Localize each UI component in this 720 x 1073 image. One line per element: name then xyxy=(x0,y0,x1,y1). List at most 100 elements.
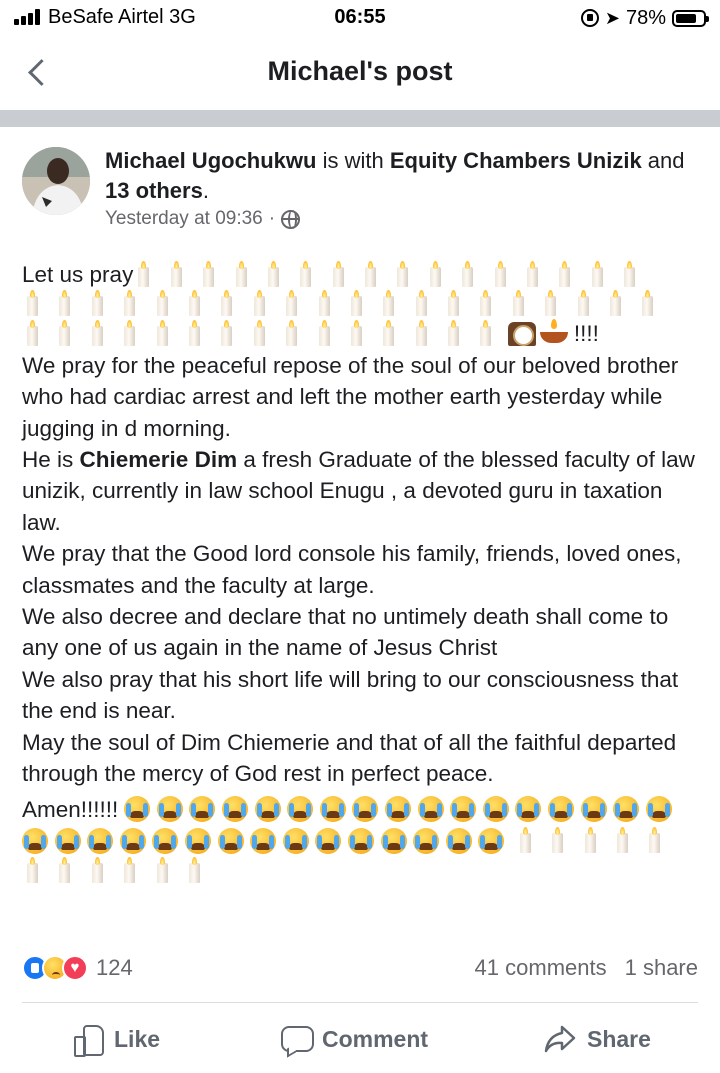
candle-icon xyxy=(554,260,576,289)
crying-face-icon xyxy=(282,827,309,854)
post-meta: Yesterday at 09:36 · xyxy=(105,208,301,230)
reaction-count: 124 xyxy=(96,955,133,980)
crying-face-icon xyxy=(482,796,509,823)
comment-label: Comment xyxy=(322,1025,429,1052)
candle-icon xyxy=(314,290,336,318)
comments-count[interactable]: 41 comments xyxy=(475,955,607,981)
candle-icon xyxy=(87,290,109,318)
post-paragraph: We also pray that his short life will br… xyxy=(22,666,679,724)
comment-bubble-icon xyxy=(280,1023,314,1055)
post-paragraph: We pray that the Good lord console his f… xyxy=(22,541,682,598)
engagement-counts: 41 comments 1 share xyxy=(475,955,698,981)
candle-icon xyxy=(457,260,479,289)
crying-face-icon xyxy=(222,796,249,823)
candle-icon xyxy=(346,290,368,318)
crying-face-icon xyxy=(124,796,151,823)
candle-icon xyxy=(411,290,433,318)
post-paragraph: We pray for the peaceful repose of the s… xyxy=(22,352,679,441)
author-name[interactable]: Michael Ugochukwu xyxy=(105,148,316,173)
candle-icon xyxy=(295,260,317,289)
love-icon xyxy=(62,955,88,981)
candle-icon xyxy=(22,856,44,885)
post-paragraph: We also decree and declare that no untim… xyxy=(22,604,669,661)
share-arrow-icon xyxy=(543,1023,577,1055)
candle-icon xyxy=(540,290,562,318)
crying-face-icon xyxy=(445,827,472,854)
candle-emoji-group xyxy=(22,320,508,348)
candle-emoji-line xyxy=(22,290,707,318)
crying-face-icon xyxy=(645,796,672,823)
crying-face-icon xyxy=(548,796,575,823)
crying-face-icon xyxy=(22,827,48,854)
thumbs-up-icon xyxy=(72,1023,104,1057)
period: . xyxy=(202,178,209,203)
candle-icon xyxy=(184,320,206,348)
like-button[interactable]: Like xyxy=(72,1016,160,1062)
candle-icon xyxy=(249,320,271,348)
reactions-summary[interactable]: 124 xyxy=(22,955,133,981)
post-paragraph: He is Chiemerie Dim a fresh Graduate of … xyxy=(22,444,707,538)
crying-face-icon xyxy=(613,796,640,823)
candle-icon xyxy=(346,320,368,348)
candle-icon xyxy=(152,290,174,318)
shares-count[interactable]: 1 share xyxy=(625,955,698,981)
candle-icon xyxy=(443,290,465,318)
crying-face-icon xyxy=(417,796,444,823)
candle-icon xyxy=(475,290,497,318)
crying-face-icon xyxy=(347,827,374,854)
candle-icon xyxy=(637,290,659,318)
candle-icon xyxy=(522,260,544,289)
text-span: He is xyxy=(22,447,80,473)
amen-text: Amen!!!!!! xyxy=(22,796,119,822)
candle-icon xyxy=(281,290,303,318)
crying-emoji-group xyxy=(124,796,678,823)
candle-icon xyxy=(87,856,109,885)
candle-icon xyxy=(605,290,627,318)
candle-icon xyxy=(133,260,155,289)
tagged-others[interactable]: 13 others xyxy=(105,178,203,203)
crying-face-icon xyxy=(352,796,379,823)
candle-icon xyxy=(119,856,141,885)
candle-icon xyxy=(573,290,595,318)
tagged-page[interactable]: Equity Chambers Unizik xyxy=(390,148,642,173)
diya-lamp-icon xyxy=(538,319,570,344)
candle-icon xyxy=(231,260,253,289)
crying-face-icon xyxy=(478,827,505,854)
crying-face-icon xyxy=(450,796,477,823)
comment-button[interactable]: Comment xyxy=(280,1016,428,1062)
mantel-clock-icon xyxy=(507,322,536,347)
crying-face-icon xyxy=(413,827,440,854)
location-icon: ➤ xyxy=(604,8,620,28)
crying-face-icon xyxy=(385,796,412,823)
candle-icon xyxy=(644,826,666,855)
crying-emoji-group xyxy=(22,827,511,854)
candle-emoji-line xyxy=(22,856,707,885)
crying-face-icon xyxy=(189,796,216,823)
battery-icon xyxy=(672,9,709,27)
candle-icon xyxy=(475,320,497,348)
crying-face-icon xyxy=(319,796,346,823)
crying-face-icon xyxy=(380,827,407,854)
candle-icon xyxy=(184,290,206,318)
crying-face-icon xyxy=(119,827,146,854)
candle-icon xyxy=(360,260,382,289)
crying-face-icon xyxy=(54,827,81,854)
post-timestamp[interactable]: Yesterday at 09:36 xyxy=(105,208,263,230)
rotation-lock-icon xyxy=(580,9,599,27)
candle-emoji-group xyxy=(515,826,677,855)
candle-icon xyxy=(490,260,512,289)
candle-icon xyxy=(152,320,174,348)
emoji-line-mixed xyxy=(22,826,707,855)
candle-icon xyxy=(378,290,400,318)
with-text: is with xyxy=(316,148,390,173)
header-divider xyxy=(0,110,720,127)
post-author-line: Michael Ugochukwu is with Equity Chamber… xyxy=(105,146,705,206)
candle-icon xyxy=(216,320,238,348)
candle-icon xyxy=(281,320,303,348)
status-bar: BeSafe Airtel 3G 06:55 ➤ 78% xyxy=(0,0,720,36)
candle-icon xyxy=(619,260,641,289)
share-button[interactable]: Share xyxy=(543,1016,651,1062)
crying-face-icon xyxy=(515,796,542,823)
globe-icon xyxy=(281,209,301,229)
avatar[interactable] xyxy=(22,147,90,215)
